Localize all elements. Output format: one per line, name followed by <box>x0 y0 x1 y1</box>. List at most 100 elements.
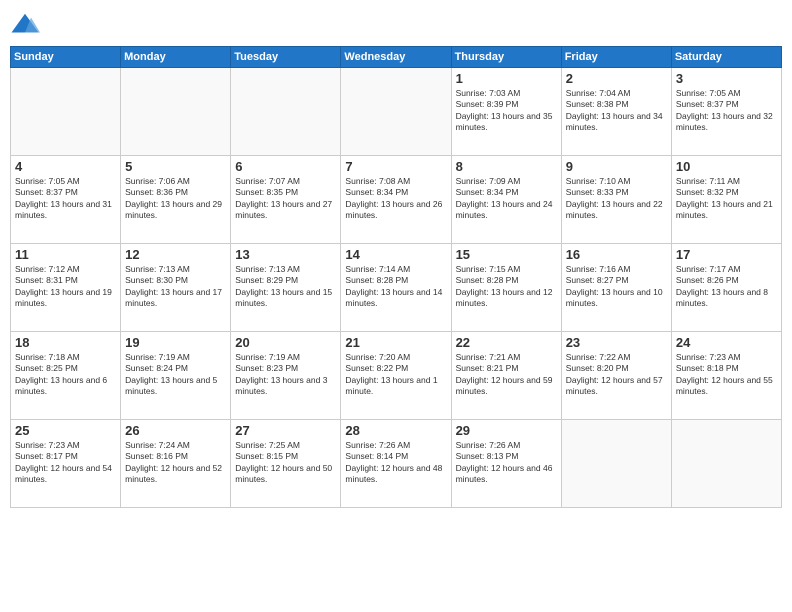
day-cell-24: 24 Sunrise: 7:23 AMSunset: 8:18 PMDayligh… <box>671 332 781 420</box>
day-cell-12: 12 Sunrise: 7:13 AMSunset: 8:30 PMDayligh… <box>121 244 231 332</box>
day-info-21: Sunrise: 7:20 AMSunset: 8:22 PMDaylight:… <box>345 352 446 398</box>
day-number-7: 7 <box>345 159 446 174</box>
day-info-13: Sunrise: 7:13 AMSunset: 8:29 PMDaylight:… <box>235 264 336 310</box>
day-number-27: 27 <box>235 423 336 438</box>
day-cell-2: 2 Sunrise: 7:04 AMSunset: 8:38 PMDaylight… <box>561 68 671 156</box>
day-info-29: Sunrise: 7:26 AMSunset: 8:13 PMDaylight:… <box>456 440 557 486</box>
day-number-3: 3 <box>676 71 777 86</box>
day-number-10: 10 <box>676 159 777 174</box>
day-number-12: 12 <box>125 247 226 262</box>
day-number-11: 11 <box>15 247 116 262</box>
week-row-1: 1 Sunrise: 7:03 AMSunset: 8:39 PMDaylight… <box>11 68 782 156</box>
day-number-20: 20 <box>235 335 336 350</box>
day-info-5: Sunrise: 7:06 AMSunset: 8:36 PMDaylight:… <box>125 176 226 222</box>
day-info-4: Sunrise: 7:05 AMSunset: 8:37 PMDaylight:… <box>15 176 116 222</box>
weekday-sunday: Sunday <box>11 47 121 68</box>
day-number-21: 21 <box>345 335 446 350</box>
day-cell-15: 15 Sunrise: 7:15 AMSunset: 8:28 PMDayligh… <box>451 244 561 332</box>
day-info-24: Sunrise: 7:23 AMSunset: 8:18 PMDaylight:… <box>676 352 777 398</box>
day-info-25: Sunrise: 7:23 AMSunset: 8:17 PMDaylight:… <box>15 440 116 486</box>
day-info-12: Sunrise: 7:13 AMSunset: 8:30 PMDaylight:… <box>125 264 226 310</box>
day-number-26: 26 <box>125 423 226 438</box>
day-cell-11: 11Sunrise: 7:12 AMSunset: 8:31 PMDayligh… <box>11 244 121 332</box>
weekday-friday: Friday <box>561 47 671 68</box>
calendar-table: SundayMondayTuesdayWednesdayThursdayFrid… <box>10 46 782 508</box>
weekday-header-row: SundayMondayTuesdayWednesdayThursdayFrid… <box>11 47 782 68</box>
day-info-27: Sunrise: 7:25 AMSunset: 8:15 PMDaylight:… <box>235 440 336 486</box>
empty-cell <box>341 68 451 156</box>
empty-cell <box>11 68 121 156</box>
day-number-19: 19 <box>125 335 226 350</box>
day-cell-7: 7 Sunrise: 7:08 AMSunset: 8:34 PMDaylight… <box>341 156 451 244</box>
day-number-17: 17 <box>676 247 777 262</box>
day-number-8: 8 <box>456 159 557 174</box>
day-number-24: 24 <box>676 335 777 350</box>
empty-cell <box>231 68 341 156</box>
day-info-28: Sunrise: 7:26 AMSunset: 8:14 PMDaylight:… <box>345 440 446 486</box>
day-number-25: 25 <box>15 423 116 438</box>
day-info-14: Sunrise: 7:14 AMSunset: 8:28 PMDaylight:… <box>345 264 446 310</box>
day-number-1: 1 <box>456 71 557 86</box>
logo <box>10 10 44 40</box>
day-info-3: Sunrise: 7:05 AMSunset: 8:37 PMDaylight:… <box>676 88 777 134</box>
day-cell-26: 26 Sunrise: 7:24 AMSunset: 8:16 PMDayligh… <box>121 420 231 508</box>
day-cell-25: 25 Sunrise: 7:23 AMSunset: 8:17 PMDayligh… <box>11 420 121 508</box>
day-info-16: Sunrise: 7:16 AMSunset: 8:27 PMDaylight:… <box>566 264 667 310</box>
day-number-18: 18 <box>15 335 116 350</box>
week-row-2: 4 Sunrise: 7:05 AMSunset: 8:37 PMDaylight… <box>11 156 782 244</box>
day-cell-17: 17 Sunrise: 7:17 AMSunset: 8:26 PMDayligh… <box>671 244 781 332</box>
day-cell-8: 8Sunrise: 7:09 AMSunset: 8:34 PMDaylight… <box>451 156 561 244</box>
day-cell-3: 3 Sunrise: 7:05 AMSunset: 8:37 PMDaylight… <box>671 68 781 156</box>
day-number-14: 14 <box>345 247 446 262</box>
empty-cell <box>561 420 671 508</box>
day-number-5: 5 <box>125 159 226 174</box>
day-info-19: Sunrise: 7:19 AMSunset: 8:24 PMDaylight:… <box>125 352 226 398</box>
day-number-28: 28 <box>345 423 446 438</box>
day-cell-21: 21 Sunrise: 7:20 AMSunset: 8:22 PMDayligh… <box>341 332 451 420</box>
weekday-thursday: Thursday <box>451 47 561 68</box>
weekday-monday: Monday <box>121 47 231 68</box>
day-cell-23: 23 Sunrise: 7:22 AMSunset: 8:20 PMDayligh… <box>561 332 671 420</box>
day-number-16: 16 <box>566 247 667 262</box>
day-cell-4: 4 Sunrise: 7:05 AMSunset: 8:37 PMDaylight… <box>11 156 121 244</box>
weekday-wednesday: Wednesday <box>341 47 451 68</box>
week-row-4: 18 Sunrise: 7:18 AMSunset: 8:25 PMDayligh… <box>11 332 782 420</box>
day-info-15: Sunrise: 7:15 AMSunset: 8:28 PMDaylight:… <box>456 264 557 310</box>
day-number-2: 2 <box>566 71 667 86</box>
day-info-22: Sunrise: 7:21 AMSunset: 8:21 PMDaylight:… <box>456 352 557 398</box>
weekday-tuesday: Tuesday <box>231 47 341 68</box>
day-number-4: 4 <box>15 159 116 174</box>
week-row-3: 11Sunrise: 7:12 AMSunset: 8:31 PMDayligh… <box>11 244 782 332</box>
logo-icon <box>10 10 40 40</box>
day-number-23: 23 <box>566 335 667 350</box>
day-info-6: Sunrise: 7:07 AMSunset: 8:35 PMDaylight:… <box>235 176 336 222</box>
day-cell-16: 16 Sunrise: 7:16 AMSunset: 8:27 PMDayligh… <box>561 244 671 332</box>
empty-cell <box>671 420 781 508</box>
day-cell-13: 13Sunrise: 7:13 AMSunset: 8:29 PMDayligh… <box>231 244 341 332</box>
day-number-6: 6 <box>235 159 336 174</box>
day-info-23: Sunrise: 7:22 AMSunset: 8:20 PMDaylight:… <box>566 352 667 398</box>
day-cell-14: 14 Sunrise: 7:14 AMSunset: 8:28 PMDayligh… <box>341 244 451 332</box>
day-cell-18: 18 Sunrise: 7:18 AMSunset: 8:25 PMDayligh… <box>11 332 121 420</box>
week-row-5: 25 Sunrise: 7:23 AMSunset: 8:17 PMDayligh… <box>11 420 782 508</box>
page: SundayMondayTuesdayWednesdayThursdayFrid… <box>0 0 792 612</box>
day-cell-10: 10 Sunrise: 7:11 AMSunset: 8:32 PMDayligh… <box>671 156 781 244</box>
day-number-15: 15 <box>456 247 557 262</box>
day-info-2: Sunrise: 7:04 AMSunset: 8:38 PMDaylight:… <box>566 88 667 134</box>
day-cell-5: 5 Sunrise: 7:06 AMSunset: 8:36 PMDaylight… <box>121 156 231 244</box>
day-info-9: Sunrise: 7:10 AMSunset: 8:33 PMDaylight:… <box>566 176 667 222</box>
day-info-10: Sunrise: 7:11 AMSunset: 8:32 PMDaylight:… <box>676 176 777 222</box>
weekday-saturday: Saturday <box>671 47 781 68</box>
day-info-20: Sunrise: 7:19 AMSunset: 8:23 PMDaylight:… <box>235 352 336 398</box>
empty-cell <box>121 68 231 156</box>
day-info-17: Sunrise: 7:17 AMSunset: 8:26 PMDaylight:… <box>676 264 777 310</box>
day-cell-1: 1 Sunrise: 7:03 AMSunset: 8:39 PMDaylight… <box>451 68 561 156</box>
day-info-26: Sunrise: 7:24 AMSunset: 8:16 PMDaylight:… <box>125 440 226 486</box>
day-cell-6: 6 Sunrise: 7:07 AMSunset: 8:35 PMDaylight… <box>231 156 341 244</box>
day-number-22: 22 <box>456 335 557 350</box>
day-cell-19: 19 Sunrise: 7:19 AMSunset: 8:24 PMDayligh… <box>121 332 231 420</box>
day-info-1: Sunrise: 7:03 AMSunset: 8:39 PMDaylight:… <box>456 88 557 134</box>
day-info-7: Sunrise: 7:08 AMSunset: 8:34 PMDaylight:… <box>345 176 446 222</box>
day-info-18: Sunrise: 7:18 AMSunset: 8:25 PMDaylight:… <box>15 352 116 398</box>
header <box>10 10 782 40</box>
